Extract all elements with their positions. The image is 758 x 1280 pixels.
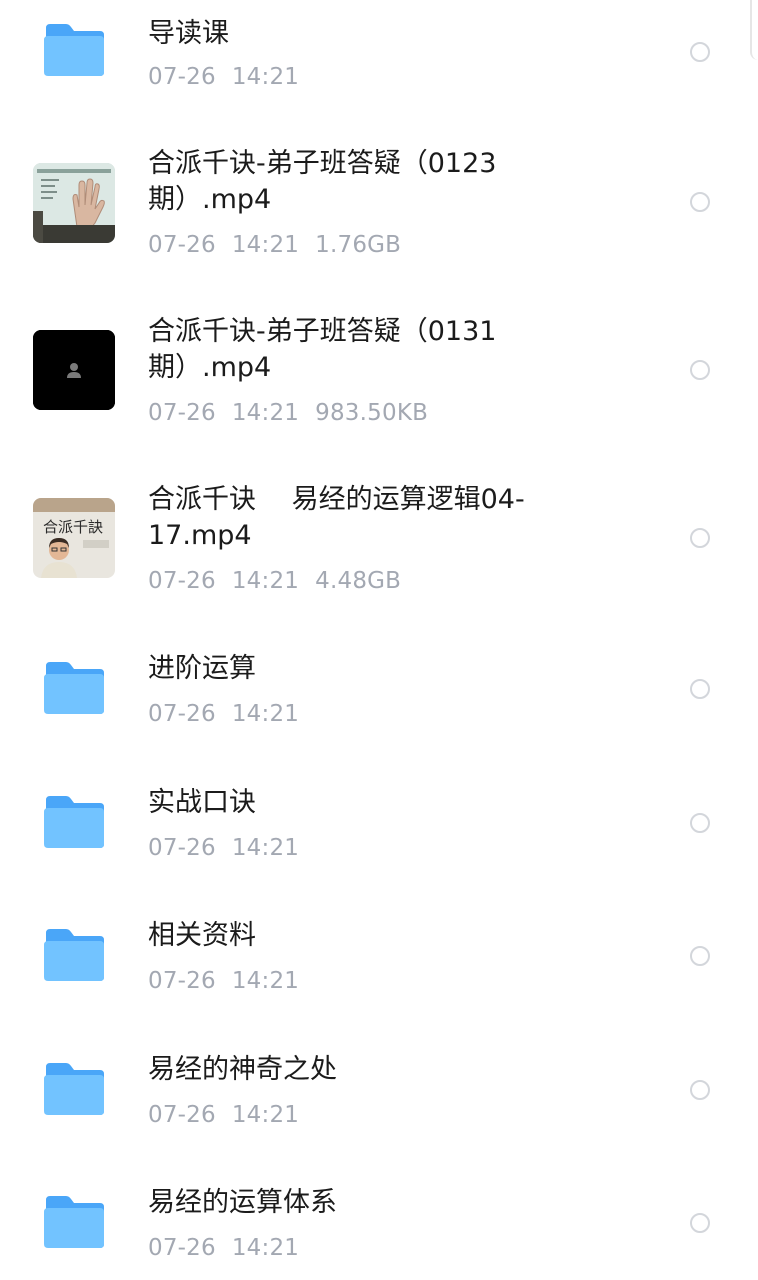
- file-name: 相关资料: [148, 920, 256, 951]
- file-name: 合派千诀-弟子班答疑（0123期）.mp4: [148, 148, 497, 215]
- file-name: 合派千诀-弟子班答疑（0131期）.mp4: [148, 316, 497, 383]
- folder-icon: [44, 662, 104, 714]
- folder-icon: [44, 929, 104, 981]
- file-time: 14:21: [231, 968, 300, 994]
- file-time: 14:21: [231, 568, 300, 594]
- file-date: 07-26: [148, 232, 216, 258]
- file-meta: 07-26 14:21 1.76GB: [148, 230, 401, 260]
- file-date: 07-26: [148, 64, 216, 90]
- file-meta: 07-26 14:21 983.50KB: [148, 398, 428, 428]
- file-meta: 07-26 14:21: [148, 833, 299, 863]
- file-time: 14:21: [231, 64, 300, 90]
- file-meta: 07-26 14:21: [148, 699, 299, 729]
- file-time: 14:21: [231, 400, 300, 426]
- select-radio[interactable]: [690, 1080, 710, 1100]
- file-date: 07-26: [148, 1235, 216, 1261]
- list-item[interactable]: 易经的神奇之处 07-26 14:21: [0, 1041, 758, 1161]
- list-item[interactable]: 相关资料 07-26 14:21: [0, 907, 758, 1027]
- folder-icon: [44, 1196, 104, 1248]
- file-meta: 07-26 14:21: [148, 1233, 299, 1263]
- list-item[interactable]: 易经的运算体系 07-26 14:21: [0, 1174, 758, 1280]
- file-name: 实战口诀: [148, 787, 256, 818]
- file-size: 1.76GB: [315, 232, 402, 258]
- video-thumbnail-lecturer: 合派千訣: [33, 498, 115, 578]
- file-size: 983.50KB: [315, 400, 429, 426]
- select-radio[interactable]: [690, 528, 710, 548]
- folder-icon: [44, 1063, 104, 1115]
- select-radio[interactable]: [690, 360, 710, 380]
- list-item[interactable]: 合派千诀-弟子班答疑（0123期）.mp4 07-26 14:21 1.76GB: [0, 140, 758, 270]
- file-time: 14:21: [231, 835, 300, 861]
- file-date: 07-26: [148, 701, 216, 727]
- select-radio[interactable]: [690, 192, 710, 212]
- select-radio[interactable]: [690, 946, 710, 966]
- file-list: 导读课 07-26 14:21 合派千诀-弟子班答疑（0123期）.mp4 07-: [0, 0, 758, 1280]
- file-meta: 07-26 14:21: [148, 62, 299, 92]
- screen-edge-curve: [750, 0, 758, 60]
- list-item[interactable]: 进阶运算 07-26 14:21: [0, 640, 758, 760]
- select-radio[interactable]: [690, 813, 710, 833]
- select-radio[interactable]: [690, 1213, 710, 1233]
- file-meta: 07-26 14:21 4.48GB: [148, 566, 401, 596]
- file-name: 易经的神奇之处: [148, 1054, 337, 1085]
- file-time: 14:21: [231, 1102, 300, 1128]
- file-name: 合派千诀 易经的运算逻辑04-17.mp4: [148, 484, 525, 551]
- video-thumbnail-palm-slide: [33, 163, 115, 243]
- file-time: 14:21: [231, 232, 300, 258]
- select-radio[interactable]: [690, 42, 710, 62]
- file-time: 14:21: [231, 701, 300, 727]
- file-date: 07-26: [148, 568, 216, 594]
- list-item[interactable]: 合派千訣 合派千诀 易经的运算逻辑04-17.mp4 07-26 14:21 4.4…: [0, 476, 758, 606]
- file-date: 07-26: [148, 835, 216, 861]
- file-meta: 07-26 14:21: [148, 966, 299, 996]
- file-date: 07-26: [148, 400, 216, 426]
- file-meta: 07-26 14:21: [148, 1100, 299, 1130]
- file-size: 4.48GB: [315, 568, 402, 594]
- file-date: 07-26: [148, 1102, 216, 1128]
- thumbnail-banner-text: 合派千訣: [43, 518, 103, 536]
- folder-icon: [44, 24, 104, 76]
- video-thumbnail-black-avatar: [33, 330, 115, 410]
- file-date: 07-26: [148, 968, 216, 994]
- list-item[interactable]: 导读课 07-26 14:21: [0, 0, 758, 130]
- folder-icon: [44, 796, 104, 848]
- file-name: 导读课: [148, 18, 229, 49]
- select-radio[interactable]: [690, 679, 710, 699]
- list-item[interactable]: 实战口诀 07-26 14:21: [0, 774, 758, 894]
- file-name: 进阶运算: [148, 653, 256, 684]
- file-name: 易经的运算体系: [148, 1187, 337, 1218]
- file-time: 14:21: [231, 1235, 300, 1261]
- list-item[interactable]: 合派千诀-弟子班答疑（0131期）.mp4 07-26 14:21 983.50KB: [0, 308, 758, 438]
